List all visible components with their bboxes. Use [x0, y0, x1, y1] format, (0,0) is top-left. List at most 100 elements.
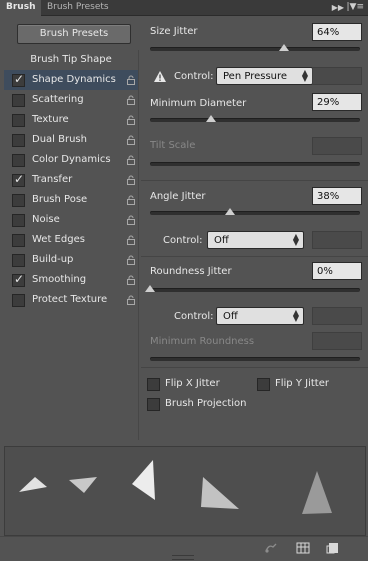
texture-checkbox[interactable] [12, 114, 25, 127]
minimum-diameter-value[interactable]: 29% [312, 93, 362, 111]
brush-pose-checkbox[interactable] [12, 194, 25, 207]
flip-y-jitter-label: Flip Y Jitter [275, 378, 329, 389]
option-label: Transfer [32, 174, 73, 185]
panel-menu-icon[interactable]: |▼≡ [347, 1, 365, 14]
lock-icon[interactable] [126, 275, 136, 285]
roundness-control-fade-field [312, 307, 362, 325]
option-label: Build-up [32, 254, 74, 265]
up-down-arrow-icon: ▲ ▼ [292, 232, 299, 247]
option-smoothing[interactable]: ✓ Smoothing [4, 270, 138, 290]
lock-icon[interactable] [126, 175, 136, 185]
size-jitter-slider[interactable] [150, 47, 360, 51]
minimum-roundness-label: Minimum Roundness [150, 336, 255, 347]
grid-icon[interactable] [296, 542, 310, 554]
checkmark-icon: ✓ [14, 72, 25, 86]
option-label: Shape Dynamics [32, 74, 116, 85]
tab-brush-presets[interactable]: Brush Presets [41, 0, 115, 15]
option-protect-texture[interactable]: Protect Texture [4, 290, 138, 310]
angle-control-fade-field [312, 231, 362, 249]
wet-edges-checkbox[interactable] [12, 234, 25, 247]
shape-dynamics-settings: Size Jitter 64% Control: Pen Pressure ▲ ▼… [141, 16, 368, 440]
option-build-up[interactable]: Build-up [4, 250, 138, 270]
brush-dab-shape [19, 477, 47, 492]
toggle-live-tip-icon[interactable] [264, 542, 278, 554]
double-chevron-right-icon[interactable]: ▶▶ [332, 0, 344, 15]
brush-presets-button[interactable]: Brush Presets [17, 24, 131, 44]
brush-projection-option[interactable]: Brush Projection [147, 397, 267, 411]
lock-icon[interactable] [126, 215, 136, 225]
option-wet-edges[interactable]: Wet Edges [4, 230, 138, 250]
option-shape-dynamics[interactable]: ✓ Shape Dynamics [4, 70, 138, 90]
angle-control-value: Off [214, 235, 229, 246]
brush-stroke-preview [4, 446, 366, 536]
size-jitter-value[interactable]: 64% [312, 23, 362, 41]
flip-x-jitter-checkbox[interactable] [147, 378, 160, 391]
option-noise[interactable]: Noise [4, 210, 138, 230]
minimum-diameter-slider[interactable] [150, 118, 360, 122]
lock-icon[interactable] [126, 135, 136, 145]
smoothing-checkbox[interactable]: ✓ [12, 272, 25, 287]
angle-jitter-label: Angle Jitter [150, 191, 206, 202]
roundness-jitter-value[interactable]: 0% [312, 262, 362, 280]
create-new-brush-icon[interactable] [326, 542, 340, 554]
option-dual-brush[interactable]: Dual Brush [4, 130, 138, 150]
resize-grip[interactable] [172, 555, 194, 560]
size-control-dropdown[interactable]: Pen Pressure ▲ ▼ [216, 67, 313, 85]
protect-texture-checkbox[interactable] [12, 294, 25, 307]
option-label: Protect Texture [32, 294, 108, 305]
angle-control-dropdown[interactable]: Off ▲ ▼ [207, 231, 304, 249]
brush-dab-shape [69, 477, 97, 493]
roundness-jitter-thumb[interactable] [145, 285, 155, 292]
tab-brush[interactable]: Brush [0, 0, 42, 16]
noise-checkbox[interactable] [12, 214, 25, 227]
size-control-fade-field [312, 67, 362, 85]
size-jitter-thumb[interactable] [279, 44, 290, 51]
flip-x-jitter-label: Flip X Jitter [165, 378, 220, 389]
option-color-dynamics[interactable]: Color Dynamics [4, 150, 138, 170]
option-label: Dual Brush [32, 134, 87, 145]
size-jitter-label: Size Jitter [150, 26, 198, 37]
build-up-checkbox[interactable] [12, 254, 25, 267]
option-texture[interactable]: Texture [4, 110, 138, 130]
option-label: Wet Edges [32, 234, 85, 245]
dual-brush-checkbox[interactable] [12, 134, 25, 147]
roundness-control-dropdown[interactable]: Off ▲ ▼ [216, 307, 304, 325]
lock-icon[interactable] [126, 235, 136, 245]
flip-y-jitter-checkbox[interactable] [257, 378, 270, 391]
section-divider [141, 256, 368, 257]
color-dynamics-checkbox[interactable] [12, 154, 25, 167]
option-transfer[interactable]: ✓ Transfer [4, 170, 138, 190]
flip-y-jitter-option[interactable]: Flip Y Jitter [257, 377, 347, 391]
lock-icon[interactable] [126, 75, 136, 85]
flip-x-jitter-option[interactable]: Flip X Jitter [147, 377, 237, 391]
lock-icon[interactable] [126, 95, 136, 105]
option-scattering[interactable]: Scattering [4, 90, 138, 110]
brush-tip-shape-item[interactable]: Brush Tip Shape [4, 50, 138, 70]
tilt-scale-value [312, 137, 362, 155]
scattering-checkbox[interactable] [12, 94, 25, 107]
lock-icon[interactable] [126, 155, 136, 165]
size-control-value: Pen Pressure [223, 71, 288, 82]
up-down-arrow-icon: ▲ ▼ [292, 308, 299, 323]
section-divider [141, 367, 368, 368]
angle-jitter-slider[interactable] [150, 211, 360, 215]
transfer-checkbox[interactable]: ✓ [12, 172, 25, 187]
option-label: Color Dynamics [32, 154, 111, 165]
shape-dynamics-checkbox[interactable]: ✓ [12, 72, 25, 87]
roundness-jitter-slider[interactable] [150, 288, 360, 292]
lock-icon[interactable] [126, 255, 136, 265]
option-brush-pose[interactable]: Brush Pose [4, 190, 138, 210]
lock-icon[interactable] [126, 195, 136, 205]
angle-jitter-value[interactable]: 38% [312, 187, 362, 205]
lock-icon[interactable] [126, 115, 136, 125]
angle-jitter-thumb[interactable] [224, 208, 235, 215]
lock-icon[interactable] [126, 295, 136, 305]
roundness-control-label: Control: [174, 311, 214, 322]
minimum-roundness-slider [150, 357, 360, 361]
up-down-arrow-icon: ▲ ▼ [301, 68, 308, 83]
brush-projection-label: Brush Projection [165, 398, 247, 409]
brush-projection-checkbox[interactable] [147, 398, 160, 411]
section-divider [141, 180, 368, 181]
minimum-diameter-thumb[interactable] [205, 115, 216, 122]
warning-icon [154, 71, 166, 82]
